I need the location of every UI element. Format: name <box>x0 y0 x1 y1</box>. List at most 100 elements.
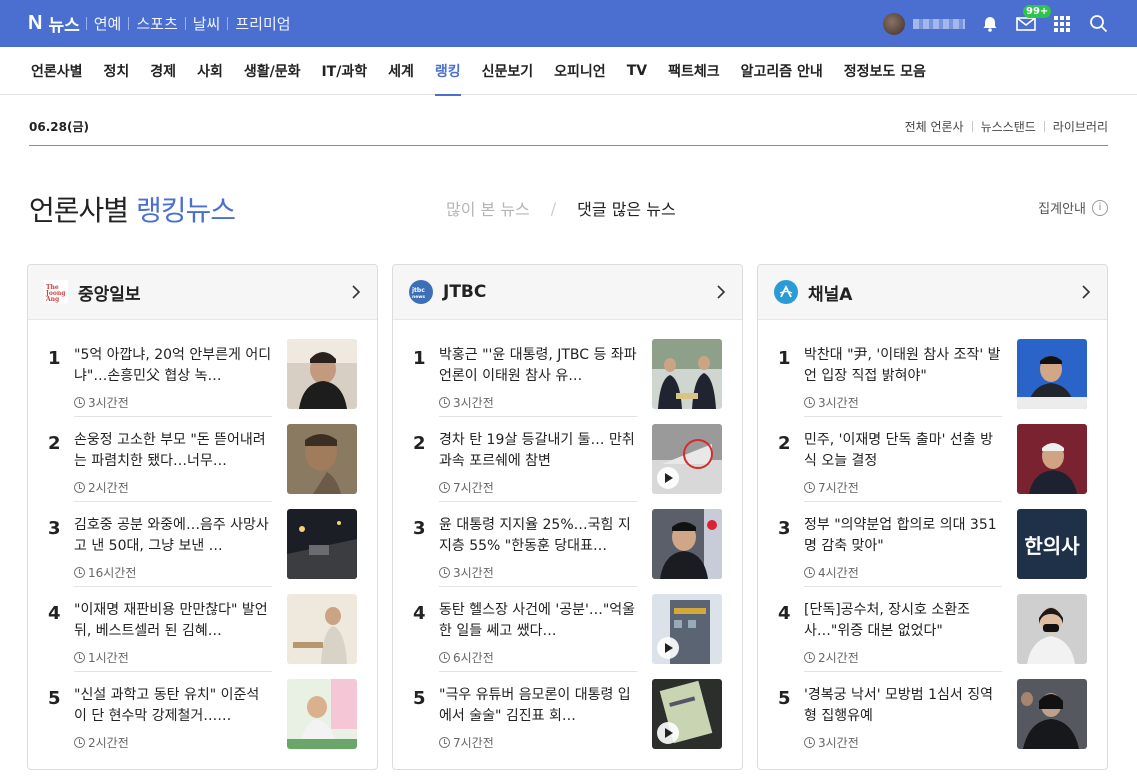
press-card-channel-a: 채널A 1 박찬대 "尹, '이태원 참사 조작' 발언 입장 직접 밝혀야" … <box>757 264 1108 770</box>
headline-link[interactable]: 박찬대 "尹, '이태원 참사 조작' 발언 입장 직접 밝혀야" <box>804 345 1002 387</box>
link-all-press[interactable]: 전체 언론사 <box>905 118 964 135</box>
rank-number: 1 <box>413 348 426 369</box>
svg-text:news: news <box>412 295 425 299</box>
aggregation-info-button[interactable]: 집계안내 i <box>1038 198 1108 217</box>
nav-item-factcheck[interactable]: 팩트체크 <box>668 47 720 95</box>
headline-link[interactable]: 경차 탄 19살 등갈내기 둘… 만취 과속 포르쉐에 참변 <box>439 430 637 472</box>
nav-item-corrections[interactable]: 정정보도 모음 <box>844 47 926 95</box>
headline-link[interactable]: 정부 "의약분업 합의로 의대 351명 감축 맞아" <box>804 515 1002 557</box>
nav-item-press[interactable]: 언론사별 <box>31 47 83 95</box>
nav-item-society[interactable]: 사회 <box>197 47 223 95</box>
nav-item-tv[interactable]: TV <box>627 47 647 95</box>
nav-item-newspaper[interactable]: 신문보기 <box>482 47 534 95</box>
headline-link[interactable]: "극우 유튜버 음모론이 대통령 입에서 술술" 김진표 회… <box>439 685 637 727</box>
play-icon[interactable] <box>657 467 679 489</box>
thumbnail-image[interactable] <box>287 339 357 409</box>
list-item[interactable]: 1 박찬대 "尹, '이태원 참사 조작' 발언 입장 직접 밝혀야" 3시간전 <box>778 339 1087 424</box>
play-icon[interactable] <box>657 722 679 744</box>
thumbnail-image[interactable] <box>287 509 357 579</box>
nav-item-it-science[interactable]: IT/과학 <box>321 47 367 95</box>
chevron-right-icon <box>717 285 726 299</box>
list-item[interactable]: 5 '경복궁 낙서' 모방범 1심서 징역형 집행유예 3시간전 <box>778 679 1087 764</box>
headline-link[interactable]: "이재명 재판비용 만만찮다" 발언뒤, 베스트셀러 된 김혜… <box>74 600 272 642</box>
mail-icon[interactable]: 99+ <box>1015 4 1052 35</box>
thumbnail-image[interactable] <box>652 509 722 579</box>
thumbnail-image[interactable] <box>1017 679 1087 749</box>
thumbnail-image[interactable] <box>287 424 357 494</box>
list-item[interactable]: 1 박홍근 "'윤 대통령, JTBC 등 좌파언론이 이태원 참사 유… 3시… <box>413 339 722 424</box>
list-item[interactable]: 4 "이재명 재판비용 만만찮다" 발언뒤, 베스트셀러 된 김혜… 1시간전 <box>48 594 357 679</box>
press-name: 중앙일보 <box>78 284 141 305</box>
thumbnail-image[interactable] <box>1017 594 1087 664</box>
nav-item-world[interactable]: 세계 <box>388 47 414 95</box>
thumbnail-image[interactable] <box>652 424 722 494</box>
headline-link[interactable]: '경복궁 낙서' 모방범 1심서 징역형 집행유예 <box>804 685 1002 727</box>
search-icon[interactable] <box>1087 13 1109 35</box>
ranking-list: 1 박찬대 "尹, '이태원 참사 조작' 발언 입장 직접 밝혀야" 3시간전… <box>758 320 1107 764</box>
nav-item-ranking[interactable]: 랭킹 <box>434 47 461 96</box>
list-item[interactable]: 3 정부 "의약분업 합의로 의대 351명 감축 맞아" 4시간전 한의사 <box>778 509 1087 594</box>
headline-link[interactable]: 김호중 공분 와중에…음주 사망사고 낸 50대, 그냥 보낸 … <box>74 515 272 557</box>
list-item[interactable]: 4 [단독]공수처, 장시호 소환조사…"위증 대본 없었다" 2시간전 <box>778 594 1087 679</box>
list-item[interactable]: 1 "5억 아깝냐, 20억 안부른게 어디냐"…손흥민父 협상 녹… 3시간전 <box>48 339 357 424</box>
top-link-entertainment[interactable]: 연예 <box>87 13 129 34</box>
rank-number: 3 <box>48 518 61 539</box>
headline-link[interactable]: 민주, '이재명 단독 출마' 선출 방식 오늘 결정 <box>804 430 1002 472</box>
headline-link[interactable]: "신설 과학고 동탄 유치" 이준석이 단 현수막 강제철거…… <box>74 685 272 727</box>
svg-text:jtbc: jtbc <box>411 287 425 294</box>
rank-number: 1 <box>48 348 61 369</box>
top-link-premium[interactable]: 프리미엄 <box>228 13 297 34</box>
nav-item-life-culture[interactable]: 생활/문화 <box>244 47 301 95</box>
play-icon[interactable] <box>657 637 679 659</box>
clock-icon <box>74 652 85 663</box>
list-item[interactable]: 5 "신설 과학고 동탄 유치" 이준석이 단 현수막 강제철거…… 2시간전 <box>48 679 357 764</box>
top-link-sports[interactable]: 스포츠 <box>129 13 184 34</box>
list-item[interactable]: 4 동탄 헬스장 사건에 '공분'…"억울한 일들 쎄고 쌨다… 6시간전 <box>413 594 722 679</box>
avatar[interactable] <box>883 12 905 35</box>
headline-link[interactable]: "5억 아깝냐, 20억 안부른게 어디냐"…손흥민父 협상 녹… <box>74 345 272 387</box>
grid-menu-icon[interactable] <box>1051 13 1073 35</box>
bell-icon[interactable] <box>979 13 1001 35</box>
headline-link[interactable]: 윤 대통령 지지율 25%…국힘 지지층 55% "한동훈 당대표… <box>439 515 637 557</box>
press-card-header[interactable]: The Joong Ang 중앙일보 <box>28 265 377 320</box>
thumbnail-image[interactable]: 한의사 <box>1017 509 1087 579</box>
nav-item-algorithm[interactable]: 알고리즘 안내 <box>741 47 823 95</box>
headline-link[interactable]: 동탄 헬스장 사건에 '공분'…"억울한 일들 쎄고 쌨다… <box>439 600 637 642</box>
thumbnail-image[interactable] <box>1017 339 1087 409</box>
rank-number: 5 <box>48 688 61 709</box>
headline-link[interactable]: 손웅정 고소한 부모 "돈 뜯어내려는 파렴치한 됐다…너무… <box>74 430 272 472</box>
list-item[interactable]: 2 손웅정 고소한 부모 "돈 뜯어내려는 파렴치한 됐다…너무… 2시간전 <box>48 424 357 509</box>
list-item[interactable]: 3 윤 대통령 지지율 25%…국힘 지지층 55% "한동훈 당대표… 3시간… <box>413 509 722 594</box>
top-links: 연예 스포츠 날씨 프리미엄 <box>85 13 298 34</box>
list-item[interactable]: 3 김호중 공분 와중에…음주 사망사고 낸 50대, 그냥 보낸 … 16시간… <box>48 509 357 594</box>
nav-item-politics[interactable]: 정치 <box>104 47 130 95</box>
thumbnail-image[interactable] <box>652 679 722 749</box>
time-ago: 4시간전 <box>818 566 859 580</box>
press-card-header[interactable]: jtbc news JTBC <box>393 265 742 320</box>
rank-number: 1 <box>778 348 791 369</box>
thumbnail-image[interactable] <box>287 594 357 664</box>
clock-icon <box>74 567 85 578</box>
rank-number: 4 <box>778 603 791 624</box>
top-link-weather[interactable]: 날씨 <box>186 13 228 34</box>
list-item[interactable]: 5 "극우 유튜버 음모론이 대통령 입에서 술술" 김진표 회… 7시간전 <box>413 679 722 764</box>
thumbnail-image[interactable] <box>287 679 357 749</box>
top-right: 99+ <box>883 4 1109 35</box>
nav-item-economy[interactable]: 경제 <box>150 47 176 95</box>
headline-link[interactable]: [단독]공수처, 장시호 소환조사…"위증 대본 없었다" <box>804 600 1002 642</box>
tab-most-commented[interactable]: 댓글 많은 뉴스 <box>577 196 676 220</box>
list-item[interactable]: 2 민주, '이재명 단독 출마' 선출 방식 오늘 결정 7시간전 <box>778 424 1087 509</box>
naver-news-logo[interactable]: N 뉴스 <box>28 11 80 36</box>
link-newsstand[interactable]: 뉴스스탠드 <box>981 118 1036 135</box>
username-blurred[interactable] <box>913 18 965 29</box>
nav-item-opinion[interactable]: 오피니언 <box>554 47 606 95</box>
clock-icon <box>74 397 85 408</box>
press-card-header[interactable]: 채널A <box>758 265 1107 320</box>
thumbnail-image[interactable] <box>1017 424 1087 494</box>
thumbnail-image[interactable] <box>652 339 722 409</box>
thumbnail-image[interactable] <box>652 594 722 664</box>
list-item[interactable]: 2 경차 탄 19살 등갈내기 둘… 만취 과속 포르쉐에 참변 7시간전 <box>413 424 722 509</box>
tab-most-viewed[interactable]: 많이 본 뉴스 <box>446 196 530 220</box>
link-library[interactable]: 라이브러리 <box>1053 118 1108 135</box>
headline-link[interactable]: 박홍근 "'윤 대통령, JTBC 등 좌파언론이 이태원 참사 유… <box>439 345 637 387</box>
